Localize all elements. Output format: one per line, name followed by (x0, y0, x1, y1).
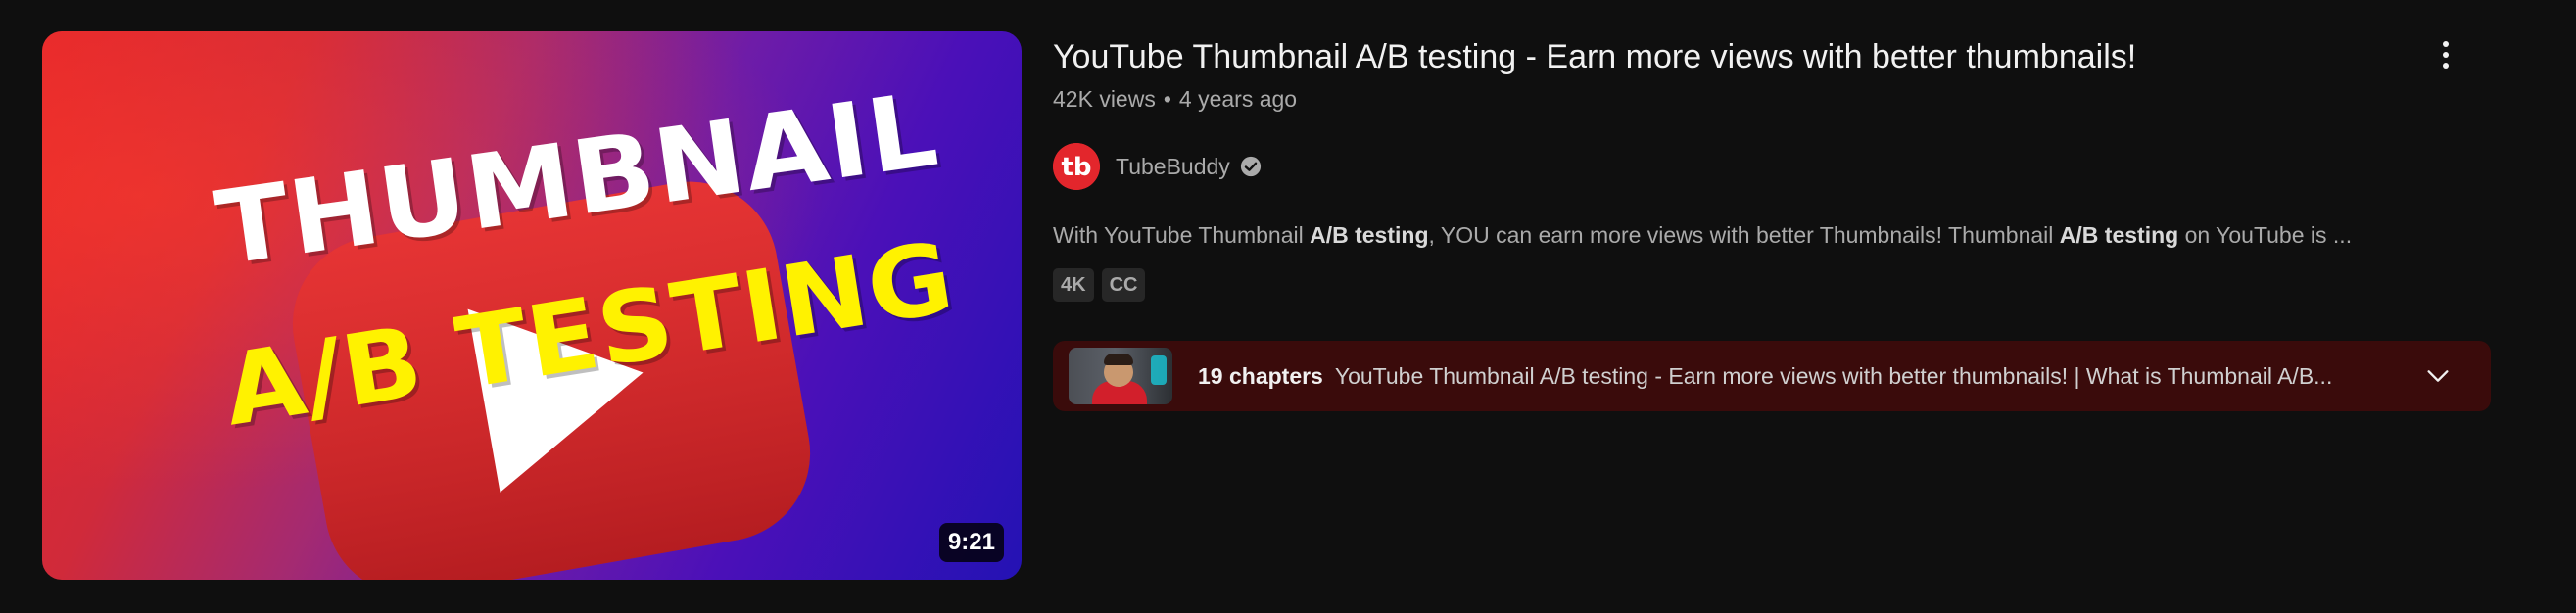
view-count: 42K views (1053, 86, 1156, 112)
video-thumbnail[interactable]: THUMBNAIL A/B TESTING 9:21 (42, 31, 1022, 580)
more-actions-button[interactable] (2426, 33, 2465, 76)
more-vert-icon (2443, 41, 2449, 69)
description-highlight: A/B testing (1310, 222, 1429, 248)
description-text: , YOU can earn more views with better Th… (1428, 222, 2060, 248)
channel-name[interactable]: TubeBuddy (1116, 154, 1230, 180)
meta-separator: • (1163, 86, 1171, 112)
video-description-snippet: With YouTube Thumbnail A/B testing, YOU … (1053, 219, 2352, 251)
description-highlight: A/B testing (2059, 222, 2179, 248)
duration-badge: 9:21 (938, 523, 1004, 562)
upload-age: 4 years ago (1178, 86, 1298, 112)
channel-avatar[interactable]: tb (1053, 143, 1100, 190)
verified-check-icon (1240, 156, 1261, 177)
chapter-title: YouTube Thumbnail A/B testing - Earn mor… (1334, 362, 2333, 389)
chapter-thumbnail (1069, 348, 1172, 404)
video-metadata: 42K views • 4 years ago (1053, 86, 1297, 113)
description-text: on YouTube is ... (2178, 222, 2353, 248)
svg-text:tb: tb (1061, 153, 1091, 182)
video-result: THUMBNAIL A/B TESTING 9:21 YouTube Thumb… (0, 0, 2576, 613)
chapters-bar[interactable]: 19 chapters YouTube Thumbnail A/B testin… (1053, 341, 2491, 411)
badge-row: 4K CC (1053, 268, 1146, 302)
tubebuddy-logo-icon: tb (1053, 143, 1100, 190)
video-title[interactable]: YouTube Thumbnail A/B testing - Earn mor… (1053, 35, 2136, 78)
description-text: With YouTube Thumbnail (1053, 222, 1311, 248)
chapter-count: 19 chapters (1198, 362, 1323, 389)
channel-row: tb TubeBuddy (1053, 143, 1262, 190)
badge-4k: 4K (1053, 268, 1094, 302)
badge-cc: CC (1101, 268, 1146, 302)
chevron-down-icon[interactable] (2424, 362, 2452, 390)
